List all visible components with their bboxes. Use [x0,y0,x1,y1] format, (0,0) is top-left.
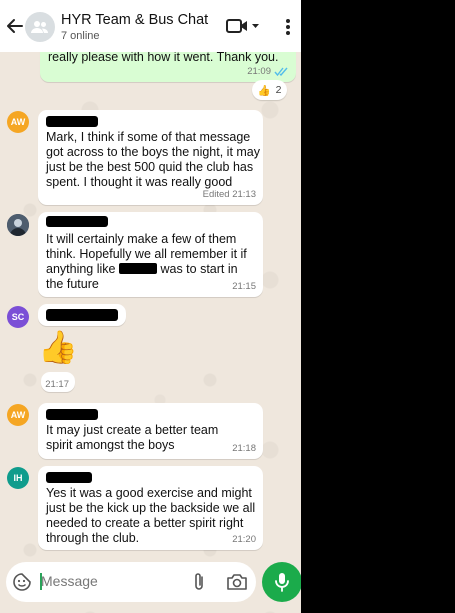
group-icon [31,21,48,33]
phone-screen: HYR Team & Bus Chat 7 online really plea… [0,0,301,613]
message-time: Edited 21:13 [202,189,256,200]
message-text: It will certainly make a few of them thi… [46,232,247,291]
dropdown-icon [252,24,259,28]
message-time: 21:20 [232,534,256,545]
chat-header: HYR Team & Bus Chat 7 online [0,0,301,52]
attach-icon[interactable] [190,571,208,593]
video-call-icon [226,19,247,33]
avatar[interactable]: AW [7,404,29,426]
avatar[interactable]: AW [7,111,29,133]
redacted-text [118,263,157,274]
message-time: 21:18 [232,443,256,454]
video-call-button[interactable] [226,16,260,36]
incoming-message[interactable]: Mark, I think if some of that message go… [38,110,263,205]
online-status: 7 online [61,30,100,42]
back-arrow-icon[interactable] [4,14,26,38]
redacted-sender-name [46,472,92,483]
avatar[interactable]: SC [7,306,29,328]
emoji-message[interactable]: 👍 [38,328,80,366]
avatar[interactable] [7,214,29,236]
emoji-time-bubble: 21:17 [41,372,75,392]
message-time: 21:17 [45,379,69,390]
message-input[interactable]: Message [41,573,98,589]
mic-button[interactable] [262,562,301,602]
thumbs-up-icon: 👍 [257,84,271,97]
avatar[interactable]: IH [7,467,29,489]
message-text: Yes it was a good exercise and might jus… [46,486,256,545]
sender-name-bubble [38,304,126,326]
reaction-count: 2 [275,84,282,96]
redacted-sender-name [46,216,108,227]
incoming-message[interactable]: It will certainly make a few of them thi… [38,212,263,297]
double-check-icon [274,67,288,76]
redacted-sender-name [46,409,98,420]
message-composer[interactable]: Message [6,562,256,602]
reaction-badge[interactable]: 👍 2 [252,80,287,100]
chat-title[interactable]: HYR Team & Bus Chat [61,12,208,28]
camera-icon[interactable] [226,572,248,592]
redacted-sender-name [46,309,118,321]
message-text: Mark, I think if some of that message go… [46,130,261,189]
message-text: It may just create a better team spirit … [46,423,219,452]
emoji-sticker-icon[interactable] [12,572,32,592]
incoming-message[interactable]: It may just create a better team spirit … [38,403,263,459]
more-vert-icon[interactable] [278,16,298,38]
message-time: 21:15 [232,281,256,292]
redacted-sender-name [46,116,98,127]
incoming-message[interactable]: Yes it was a good exercise and might jus… [38,466,263,550]
message-text: really please with how it went. Thank yo… [48,50,279,64]
message-time: 21:09 [247,66,271,77]
mic-icon [275,573,289,592]
group-avatar[interactable] [25,12,55,42]
